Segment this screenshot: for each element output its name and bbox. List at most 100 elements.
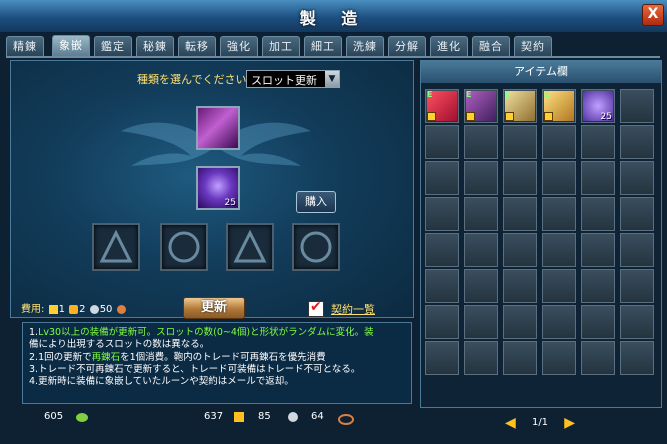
equip-badge: E: [505, 90, 511, 99]
triangle-icon: [233, 229, 267, 263]
inventory-cell[interactable]: [503, 305, 537, 339]
tab-enhance[interactable]: 強化: [220, 36, 258, 56]
inventory-cell[interactable]: [503, 341, 537, 375]
inventory-cell[interactable]: E: [503, 89, 537, 123]
inventory-cell[interactable]: [464, 305, 498, 339]
lock-icon: [427, 112, 436, 121]
inventory-cell[interactable]: [503, 233, 537, 267]
inventory-cell[interactable]: [542, 233, 576, 267]
type-select-label: 種類を選んでください: [137, 73, 247, 86]
currency-value-1: 605: [44, 411, 64, 422]
inventory-cell[interactable]: [620, 233, 654, 267]
tab-refine[interactable]: 精錬: [6, 36, 44, 56]
inventory-cell[interactable]: [620, 341, 654, 375]
inventory-cell[interactable]: [503, 269, 537, 303]
inventory-cell[interactable]: [503, 125, 537, 159]
tab-inlay[interactable]: 象嵌: [52, 35, 90, 57]
socket-triangle: [226, 223, 274, 271]
inventory-cell[interactable]: [620, 269, 654, 303]
inventory-cell[interactable]: E: [464, 89, 498, 123]
cost-display: 費用: 1 2 50: [21, 300, 127, 315]
inventory-cell[interactable]: [581, 305, 615, 339]
inventory-cell[interactable]: [620, 161, 654, 195]
inventory-cell[interactable]: [620, 197, 654, 231]
equip-badge: E: [466, 90, 472, 99]
tab-contract[interactable]: 契約: [514, 36, 552, 56]
inventory-cell[interactable]: [464, 341, 498, 375]
inventory-cell[interactable]: [425, 269, 459, 303]
purple-weapon-icon: [198, 108, 238, 148]
inventory-cell[interactable]: [503, 197, 537, 231]
inventory-cell[interactable]: [464, 269, 498, 303]
type-select[interactable]: スロット更新 ▼: [246, 70, 340, 88]
inventory-cell[interactable]: [542, 161, 576, 195]
gold-icon: [234, 412, 244, 422]
inventory-cell[interactable]: [581, 197, 615, 231]
cost-label: 費用:: [21, 304, 45, 315]
inventory-cell[interactable]: [581, 233, 615, 267]
inventory-cell[interactable]: [503, 161, 537, 195]
notes-panel: 1.Lv30以上の装備が更新可。スロットの数(0~4個)と形状がランダムに変化。…: [22, 322, 412, 404]
inventory-cell[interactable]: E: [425, 89, 459, 123]
socket-circle: [292, 223, 340, 271]
socket-triangle: [92, 223, 140, 271]
buy-button[interactable]: 購入: [296, 191, 336, 213]
inventory-cell[interactable]: [620, 305, 654, 339]
tab-evolve[interactable]: 進化: [430, 36, 468, 56]
inventory-cell[interactable]: [425, 197, 459, 231]
inventory-cell[interactable]: 25: [581, 89, 615, 123]
tab-process[interactable]: 加工: [262, 36, 300, 56]
inventory-panel: アイテム欄 E E E E 25: [420, 60, 662, 408]
currency-value-3: 85: [258, 411, 271, 422]
inventory-cell[interactable]: [464, 161, 498, 195]
note-line-4: 3.トレード不可再錬石で更新すると、トレード可装備はトレード不可となる。: [29, 364, 361, 375]
inventory-cell[interactable]: [425, 233, 459, 267]
type-select-value: スロット更新: [251, 74, 317, 87]
inventory-cell[interactable]: [581, 161, 615, 195]
inventory-cell[interactable]: [425, 341, 459, 375]
title-bar: 製 造 X: [0, 0, 667, 33]
next-page-button[interactable]: ▶: [564, 416, 575, 430]
contract-checkbox[interactable]: ✔: [308, 299, 324, 317]
note-line-3: 2.1回の更新で再錬石を1個消費。鞄内のトレード可再錬石を優先消費: [29, 352, 326, 363]
chevron-down-icon[interactable]: ▼: [325, 71, 339, 87]
inventory-cell[interactable]: [464, 197, 498, 231]
inventory-cell[interactable]: [620, 125, 654, 159]
inventory-cell[interactable]: [425, 125, 459, 159]
inventory-cell[interactable]: [542, 269, 576, 303]
inventory-cell[interactable]: [581, 125, 615, 159]
tab-appraise[interactable]: 鑑定: [94, 36, 132, 56]
silver-icon: [288, 412, 298, 422]
inventory-cell[interactable]: [425, 305, 459, 339]
inventory-cell[interactable]: [620, 89, 654, 123]
equip-badge: E: [544, 90, 550, 99]
tab-disassemble[interactable]: 分解: [388, 36, 426, 56]
coin-icon: [69, 304, 79, 314]
contract-list-link[interactable]: 契約一覧: [331, 301, 375, 317]
copper-icon: [338, 414, 354, 425]
prev-page-button[interactable]: ◀: [505, 416, 516, 430]
close-button[interactable]: X: [642, 4, 664, 26]
inventory-cell[interactable]: [464, 125, 498, 159]
tab-secret-refine[interactable]: 秘錬: [136, 36, 174, 56]
equipment-slot[interactable]: [196, 106, 240, 150]
inventory-cell[interactable]: [542, 305, 576, 339]
tab-craftwork[interactable]: 細工: [304, 36, 342, 56]
inventory-cell[interactable]: [542, 125, 576, 159]
inventory-cell[interactable]: E: [542, 89, 576, 123]
copper-icon: [116, 304, 126, 314]
material-slot[interactable]: 25: [196, 166, 240, 210]
gold-icon: [48, 304, 58, 314]
inventory-cell[interactable]: [581, 341, 615, 375]
inventory-cell[interactable]: [464, 233, 498, 267]
inventory-cell[interactable]: [425, 161, 459, 195]
tab-transfer[interactable]: 転移: [178, 36, 216, 56]
cost-value-2: 2: [79, 304, 86, 315]
tab-fuse[interactable]: 融合: [472, 36, 510, 56]
inventory-cell[interactable]: [542, 341, 576, 375]
inventory-cell[interactable]: [581, 269, 615, 303]
tab-polish[interactable]: 洗練: [346, 36, 384, 56]
note-line-2: 備により出現するスロットの数は異なる。: [29, 339, 210, 350]
update-button[interactable]: 更新: [183, 297, 245, 319]
inventory-cell[interactable]: [542, 197, 576, 231]
